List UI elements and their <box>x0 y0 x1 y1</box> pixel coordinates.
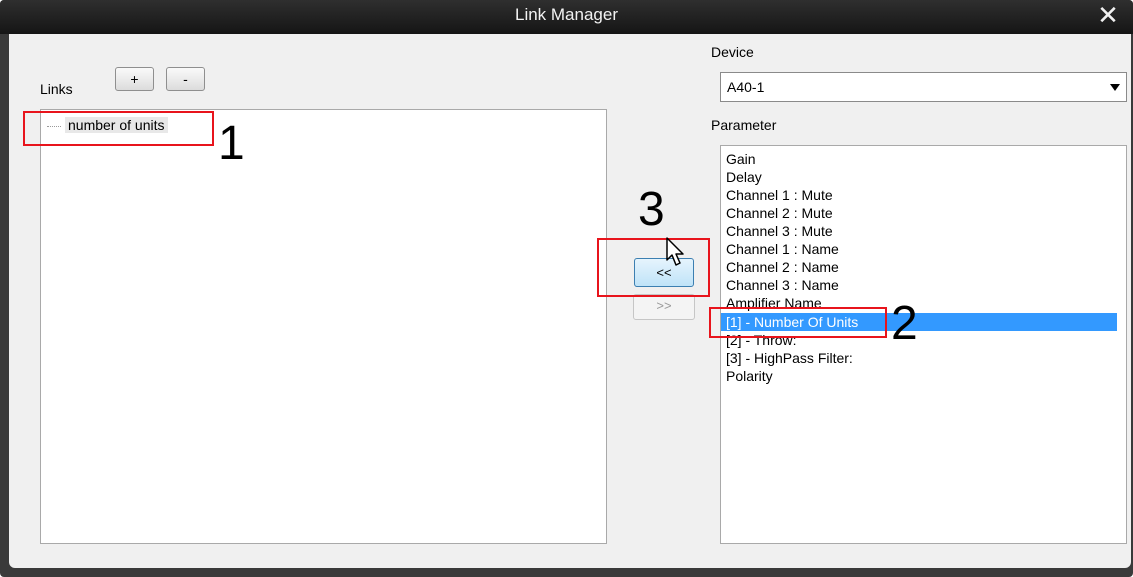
parameter-label: Parameter <box>711 117 777 133</box>
parameter-list[interactable]: Gain Delay Channel 1 : Mute Channel 2 : … <box>720 145 1127 544</box>
window-title: Link Manager <box>514 5 618 24</box>
chevron-down-icon <box>1110 84 1120 91</box>
annotation-number-2: 2 <box>891 297 918 350</box>
device-select[interactable]: A40-1 <box>720 72 1127 102</box>
remove-link-button[interactable]: - <box>166 67 205 91</box>
list-item[interactable]: Channel 3 : Mute <box>721 222 1117 240</box>
list-item[interactable]: Polarity <box>721 367 1117 385</box>
links-tree[interactable]: number of units <box>40 109 607 544</box>
annotation-number-3: 3 <box>638 183 665 236</box>
list-item[interactable]: Channel 2 : Name <box>721 258 1117 276</box>
list-item[interactable]: [3] - HighPass Filter: <box>721 349 1117 367</box>
close-icon: ✕ <box>1097 0 1119 30</box>
list-item[interactable]: Delay <box>721 168 1117 186</box>
device-select-value: A40-1 <box>727 79 765 95</box>
links-label: Links <box>40 81 73 97</box>
link-manager-window: Link Manager ✕ Links + - number of units… <box>0 0 1133 577</box>
annotation-box-3 <box>597 238 710 297</box>
device-label: Device <box>711 44 754 60</box>
close-button[interactable]: ✕ <box>1095 1 1121 29</box>
annotation-number-1: 1 <box>218 117 245 170</box>
annotation-box-1 <box>23 111 214 146</box>
add-link-button[interactable]: + <box>115 67 154 91</box>
unlink-parameter-button[interactable]: >> <box>633 294 695 320</box>
title-bar[interactable]: Link Manager ✕ <box>0 0 1133 34</box>
list-item[interactable]: Channel 3 : Name <box>721 276 1117 294</box>
list-item[interactable]: Channel 2 : Mute <box>721 204 1117 222</box>
annotation-box-2 <box>709 307 887 338</box>
mouse-pointer-icon <box>666 237 684 266</box>
list-item[interactable]: Channel 1 : Mute <box>721 186 1117 204</box>
list-item[interactable]: Gain <box>721 150 1117 168</box>
list-item[interactable]: Channel 1 : Name <box>721 240 1117 258</box>
